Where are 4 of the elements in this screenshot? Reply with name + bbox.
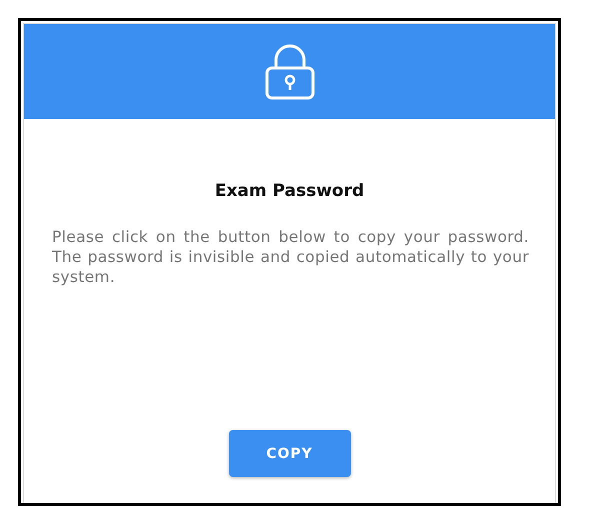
dialog-message: Please click on the button below to copy your password. The password is invisible and copied automatically to your system. xyxy=(52,227,529,287)
padlock-icon xyxy=(264,44,316,100)
dialog-title: Exam Password xyxy=(214,181,364,201)
copy-button[interactable]: COPY xyxy=(228,430,350,477)
